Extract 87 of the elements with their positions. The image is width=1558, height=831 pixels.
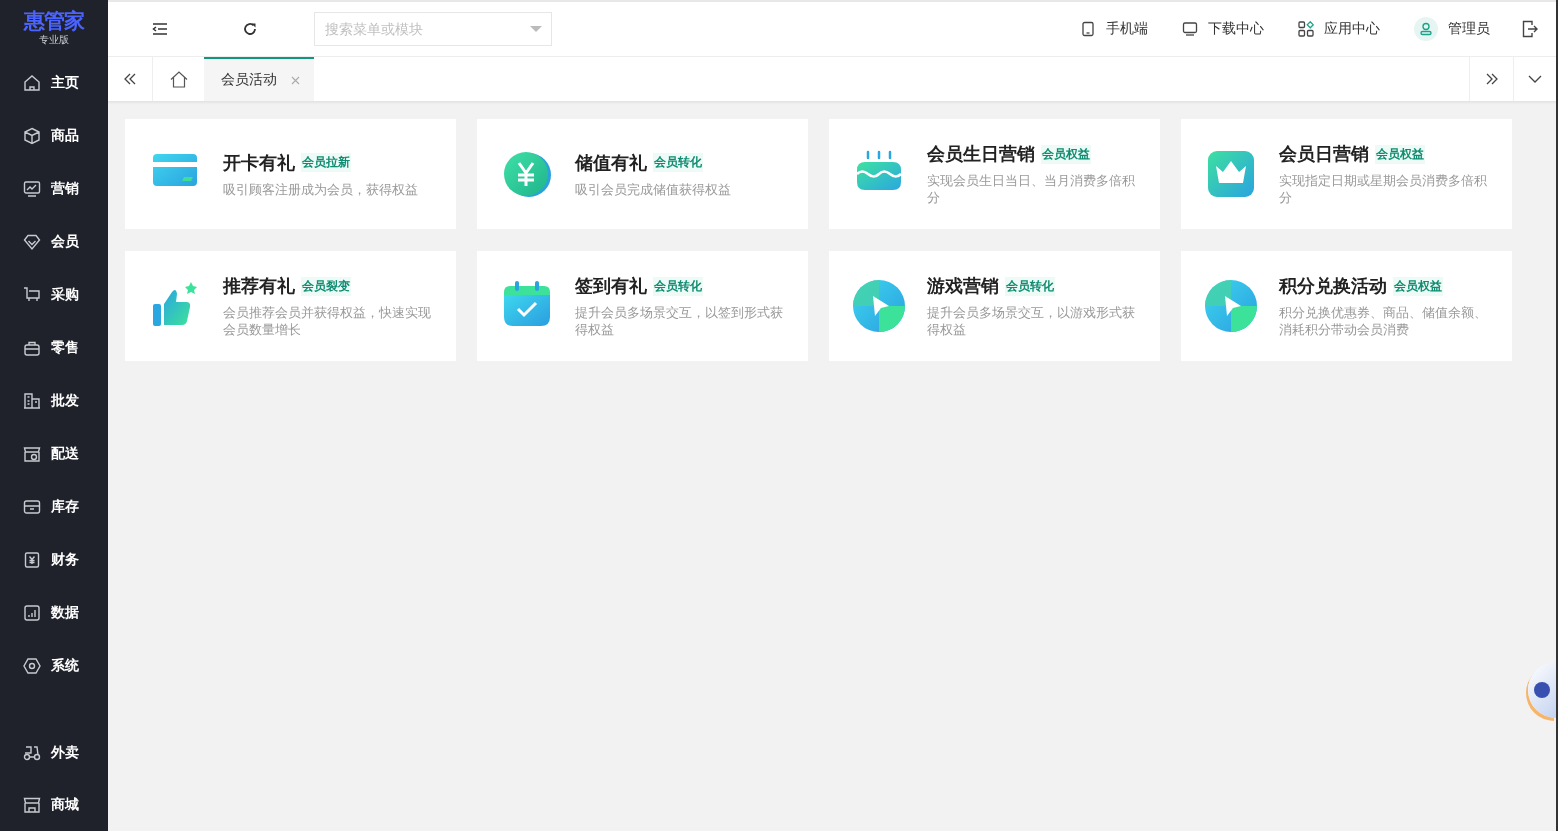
menu-icon xyxy=(152,22,168,36)
pointer-disc-icon xyxy=(851,278,907,334)
sidebar-item[interactable]: 批发 xyxy=(0,374,108,427)
sidebar-item[interactable]: 采购 xyxy=(0,268,108,321)
sidebar-item[interactable]: 商城 xyxy=(0,779,108,831)
logo-text: 惠管家 xyxy=(24,9,84,33)
activity-card[interactable]: 推荐有礼 会员裂变 会员推荐会员并获得权益，快速实现会员数量增长 xyxy=(125,251,456,361)
refresh-icon xyxy=(242,21,258,37)
card-title: 开卡有礼 xyxy=(223,150,295,175)
user-menu[interactable]: 管理员 xyxy=(1414,17,1490,41)
sidebar-item[interactable]: 零售 xyxy=(0,321,108,374)
category-tag: 会员权益 xyxy=(1041,144,1091,164)
card-title: 积分兑换活动 xyxy=(1279,274,1387,298)
home-icon xyxy=(23,73,41,92)
user-avatar-icon xyxy=(1414,17,1438,41)
search-field[interactable]: 搜索菜单或模块 xyxy=(314,12,552,46)
category-tag: 会员权益 xyxy=(1393,276,1443,296)
store-icon xyxy=(23,444,41,463)
building-icon xyxy=(23,391,41,410)
edition-label: 专业版 xyxy=(39,33,69,47)
card-description: 提升会员多场景交互，以游戏形式获得权益 xyxy=(927,304,1136,338)
cube-icon xyxy=(23,126,41,145)
card-title: 会员生日营销 xyxy=(927,142,1035,166)
sidebar-item[interactable]: 营销 xyxy=(0,162,108,215)
page-tab[interactable]: 会员活动 xyxy=(204,57,314,101)
card-description: 吸引顾客注册成为会员，获得权益 xyxy=(223,180,419,198)
diamond-icon xyxy=(23,232,41,251)
category-tag: 会员转化 xyxy=(653,276,703,296)
category-tag: 会员拉新 xyxy=(301,153,351,172)
cart-icon xyxy=(23,285,41,304)
double-chevron-right-icon xyxy=(1484,73,1499,85)
activity-card[interactable]: 签到有礼 会员转化 提升会员多场景交互，以签到形式获得权益 xyxy=(477,251,808,361)
category-tag: 会员转化 xyxy=(1005,276,1055,296)
apps-grid-icon xyxy=(1298,21,1314,37)
sidebar-item[interactable]: 外卖 xyxy=(0,727,108,779)
activity-card[interactable]: 储值有礼 会员转化 吸引会员完成储值获得权益 xyxy=(477,119,808,229)
activity-card[interactable]: 会员日营销 会员权益 实现指定日期或星期会员消费多倍积分 xyxy=(1181,119,1512,229)
home-tab[interactable] xyxy=(152,57,204,101)
phone-icon xyxy=(1080,21,1096,37)
drawer-icon xyxy=(23,497,41,516)
scroll-right-button[interactable] xyxy=(1469,57,1513,101)
card-description: 吸引会员完成储值获得权益 xyxy=(575,180,732,198)
card-title: 推荐有礼 xyxy=(223,274,295,298)
card-description: 提升会员多场景交互，以签到形式获得权益 xyxy=(575,304,784,338)
sidebar-item[interactable]: 财务 xyxy=(0,533,108,586)
category-tag: 会员权益 xyxy=(1375,144,1425,164)
scooter-icon xyxy=(23,744,41,762)
sidebar-item[interactable]: 会员 xyxy=(0,215,108,268)
activity-card[interactable]: 开卡有礼 会员拉新 吸引顾客注册成为会员，获得权益 xyxy=(125,119,456,229)
card-description: 积分兑换优惠券、商品、储值余额、消耗积分带动会员消费 xyxy=(1279,304,1488,338)
sidebar-item[interactable]: 库存 xyxy=(0,480,108,533)
card-title: 储值有礼 xyxy=(575,150,647,175)
assistant-robot-icon[interactable] xyxy=(1528,662,1556,718)
home-icon xyxy=(169,70,188,88)
close-icon[interactable] xyxy=(291,75,300,85)
sidebar-item[interactable]: 商品 xyxy=(0,109,108,162)
sidebar-item[interactable]: 配送 xyxy=(0,427,108,480)
sidebar-item[interactable]: 数据 xyxy=(0,586,108,639)
activity-card[interactable]: 积分兑换活动 会员权益 积分兑换优惠券、商品、储值余额、消耗积分带动会员消费 xyxy=(1181,251,1512,361)
hexagon-icon xyxy=(23,656,41,675)
category-tag: 会员转化 xyxy=(653,153,703,172)
monitor-icon xyxy=(1182,21,1198,37)
card-title: 会员日营销 xyxy=(1279,142,1369,166)
bar-chart-icon xyxy=(23,603,41,622)
double-chevron-left-icon xyxy=(123,73,137,85)
header-link[interactable]: 下载中心 xyxy=(1182,20,1264,38)
logout-icon xyxy=(1522,20,1538,38)
caret-icon xyxy=(530,26,542,32)
card-description: 实现会员生日当日、当月消费多倍积分 xyxy=(927,172,1136,206)
monitor-chart-icon xyxy=(23,179,41,198)
tab-menu-button[interactable] xyxy=(1513,57,1556,101)
chevron-down-icon xyxy=(1528,75,1542,83)
card-description: 会员推荐会员并获得权益，快速实现会员数量增长 xyxy=(223,304,432,338)
card-title: 签到有礼 xyxy=(575,274,647,298)
header-link[interactable]: 应用中心 xyxy=(1298,20,1380,38)
pointer-disc-icon xyxy=(1203,278,1259,334)
activity-card[interactable]: 会员生日营销 会员权益 实现会员生日当日、当月消费多倍积分 xyxy=(829,119,1160,229)
sidebar-item[interactable]: 系统 xyxy=(0,639,108,692)
store-icon xyxy=(23,796,41,814)
card-title: 游戏营销 xyxy=(927,274,999,298)
header-link[interactable]: 手机端 xyxy=(1080,20,1148,38)
category-tag: 会员裂变 xyxy=(301,276,351,296)
activity-card[interactable]: 游戏营销 会员转化 提升会员多场景交互，以游戏形式获得权益 xyxy=(829,251,1160,361)
scroll-left-button[interactable] xyxy=(108,57,152,101)
sidebar-item[interactable]: 主页 xyxy=(0,56,108,109)
card-description: 实现指定日期或星期会员消费多倍积分 xyxy=(1279,172,1488,206)
yen-icon xyxy=(23,550,41,569)
